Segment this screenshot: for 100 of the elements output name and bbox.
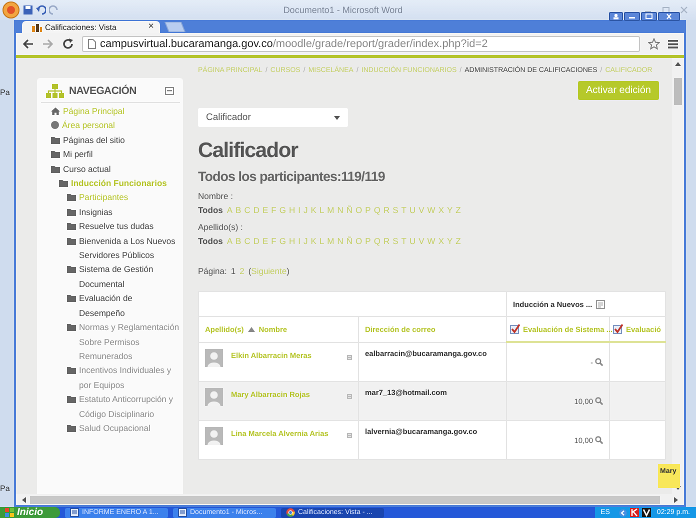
letter-link[interactable]: S (392, 234, 398, 248)
nav-link[interactable]: Normas y Reglamentación Sobre Permisos Remunerados (79, 320, 180, 364)
letter-link[interactable]: W (427, 203, 436, 217)
filter-all[interactable]: Todos (198, 203, 223, 217)
antivirus-icon[interactable] (630, 508, 639, 517)
nav-link[interactable]: Mi perfil (63, 147, 180, 162)
star-icon[interactable] (648, 38, 660, 50)
letter-link[interactable]: Z (456, 234, 461, 248)
new-tab-button[interactable] (162, 22, 186, 32)
maximize-icon[interactable] (641, 12, 657, 21)
filter-all[interactable]: Todos (198, 234, 223, 248)
report-select[interactable]: Calificador (198, 108, 348, 127)
letter-link[interactable]: B (236, 203, 242, 217)
letter-link[interactable]: N (337, 203, 344, 217)
office-logo-icon[interactable] (2, 1, 20, 19)
letter-link[interactable]: P (365, 203, 371, 217)
nav-link[interactable]: Páginas del sitio (63, 132, 180, 148)
nav-link[interactable]: Página Principal (63, 104, 180, 118)
letter-link[interactable]: F (271, 203, 276, 217)
nav-link[interactable]: Participantes (79, 190, 180, 205)
letter-link[interactable]: Z (456, 203, 461, 217)
letter-link[interactable]: M (327, 234, 334, 248)
letter-link[interactable]: A (226, 203, 233, 217)
letter-link[interactable]: X (438, 234, 444, 248)
scroll-up-icon[interactable] (675, 62, 681, 66)
letter-link[interactable]: Y (447, 234, 453, 248)
letter-link[interactable]: V (418, 203, 424, 217)
nav-link[interactable]: Insignias (79, 204, 180, 220)
nav-link[interactable]: Incentivos Individuales y por Equipos (79, 363, 180, 392)
letter-link[interactable]: H (289, 234, 296, 248)
menu-icon[interactable] (668, 39, 678, 49)
maximize-icon[interactable] (662, 6, 670, 14)
scroll-left-icon[interactable] (22, 496, 26, 502)
letter-link[interactable]: L (319, 203, 324, 217)
browser-tab[interactable]: Calificaciones: Vista × (22, 21, 160, 33)
list-icon[interactable] (347, 354, 352, 360)
letter-link[interactable]: R (383, 203, 390, 217)
nav-link[interactable]: Inducción Funcionarios (71, 176, 180, 190)
nav-link[interactable]: Estatuto Anticorrupción y Código Disciplinario (79, 392, 180, 421)
letter-link[interactable]: G (279, 234, 286, 248)
letter-link[interactable]: Y (447, 203, 453, 217)
letter-link[interactable]: Ñ (346, 203, 353, 217)
letter-link[interactable]: M (327, 203, 334, 217)
letter-link[interactable]: O (356, 203, 362, 217)
nav-link[interactable]: Evaluación de Desempeño (79, 291, 180, 320)
letter-link[interactable]: G (279, 203, 286, 217)
forward-icon[interactable] (42, 39, 54, 49)
letter-link[interactable]: S (392, 203, 398, 217)
letter-link[interactable]: C (244, 203, 250, 217)
letter-link[interactable]: X (438, 203, 444, 217)
start-button[interactable]: Inicio (0, 507, 60, 518)
nav-link[interactable]: Bienvenida a Los Nuevos Servidores Públicos (79, 234, 180, 262)
letter-link[interactable]: K (310, 234, 316, 248)
letter-link[interactable]: B (236, 234, 242, 248)
search-icon[interactable] (595, 397, 603, 405)
scroll-right-icon[interactable] (674, 496, 678, 502)
sort-up-icon[interactable] (248, 326, 255, 332)
letter-link[interactable]: E (262, 234, 268, 248)
letter-link[interactable]: Q (374, 203, 380, 217)
next-link[interactable]: Siguiente (251, 266, 287, 276)
reload-icon[interactable] (62, 38, 74, 50)
letter-link[interactable]: U (409, 234, 416, 248)
page-link[interactable]: 1 (230, 266, 236, 276)
letter-link[interactable]: D (253, 203, 260, 217)
close-button[interactable]: × (148, 22, 154, 32)
nav-link[interactable]: Salud Ocupacional (79, 420, 180, 436)
search-icon[interactable] (595, 436, 603, 444)
letter-link[interactable]: U (409, 203, 416, 217)
minimize-icon[interactable] (624, 12, 640, 21)
letter-link[interactable]: L (319, 234, 324, 248)
letter-link[interactable]: C (244, 234, 250, 248)
letter-link[interactable]: I (298, 203, 301, 217)
letter-link[interactable]: J (304, 234, 308, 248)
letter-link[interactable]: E (262, 203, 268, 217)
page-link[interactable]: 2 (240, 266, 244, 276)
nav-link[interactable]: Área personal (62, 118, 180, 133)
tray-icon[interactable] (642, 508, 651, 517)
nav-link[interactable]: Curso actual (63, 162, 180, 176)
horizontal-scrollbar[interactable] (16, 494, 684, 505)
save-icon[interactable] (23, 5, 33, 15)
letter-link[interactable]: Q (374, 234, 380, 248)
scroll-thumb[interactable] (30, 496, 660, 504)
letter-link[interactable]: Ñ (346, 234, 353, 248)
letter-link[interactable]: R (383, 234, 390, 248)
letter-link[interactable]: H (289, 203, 296, 217)
scroll-thumb[interactable] (674, 78, 682, 105)
letter-link[interactable]: P (365, 234, 371, 248)
calculator-icon[interactable] (596, 300, 606, 308)
search-icon[interactable] (595, 358, 603, 366)
close-icon[interactable] (658, 12, 680, 21)
letter-link[interactable]: N (337, 234, 344, 248)
letter-link[interactable]: V (418, 234, 424, 248)
letter-link[interactable]: D (253, 234, 260, 248)
nav-link[interactable]: Sistema de Gestión Documental (79, 262, 180, 292)
undo-icon[interactable] (36, 5, 46, 15)
letter-link[interactable]: W (427, 234, 436, 248)
letter-link[interactable]: A (226, 234, 233, 248)
letter-link[interactable]: T (401, 234, 406, 248)
nav-link[interactable]: Resuelve tus dudas (79, 219, 180, 234)
collapse-icon[interactable] (165, 87, 174, 95)
